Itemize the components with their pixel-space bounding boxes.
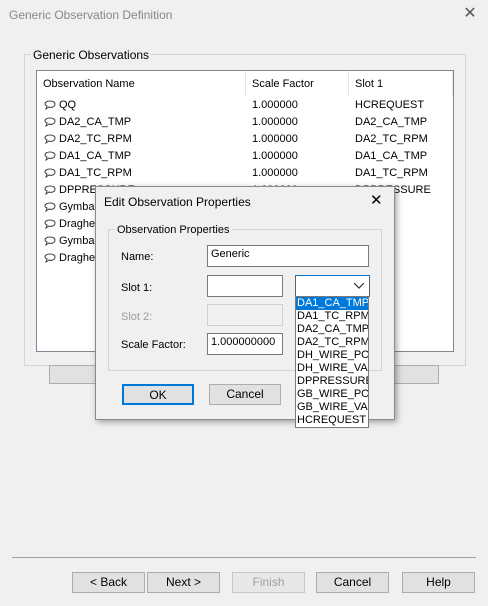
dropdown-option[interactable]: GB_WIRE_VA [296, 401, 368, 414]
properties-group-label: Observation Properties [115, 224, 232, 236]
dropdown-option[interactable]: HCREQUEST [296, 414, 368, 427]
observation-name-cell: Gymbal [43, 199, 97, 216]
observation-name-cell: Gymbal [43, 233, 97, 250]
scale-factor-cell: 1.000000 [252, 167, 298, 179]
dropdown-option[interactable]: DA1_TC_RPM [296, 310, 368, 323]
slot1-cell: DA1_TC_RPM [355, 167, 428, 179]
observation-name: DA1_CA_TMP [59, 150, 132, 162]
observation-icon [43, 218, 57, 230]
observation-icon [43, 235, 57, 247]
scale-factor-cell: 1.000000 [252, 99, 298, 111]
column-header-slot1[interactable]: Slot 1 [349, 71, 453, 97]
name-field[interactable]: Generic [207, 245, 369, 267]
observation-icon [43, 133, 57, 145]
observation-icon [43, 184, 57, 196]
observation-name: Gymbal [59, 235, 97, 247]
observation-name: Gymbal [59, 201, 97, 213]
observation-name-cell: Draghe [43, 216, 95, 233]
observation-name-cell: Draghe [43, 250, 95, 267]
cancel-button[interactable]: Cancel [316, 572, 389, 593]
observation-icon [43, 201, 57, 213]
footer-divider [12, 557, 476, 558]
observation-icon [43, 150, 57, 162]
observation-name-cell: DA1_TC_RPM [43, 165, 132, 182]
slot1-cell: HCREQUEST [355, 99, 425, 111]
close-icon[interactable]: ✕ [462, 6, 478, 22]
slot2-field [207, 304, 283, 326]
help-button[interactable]: Help [402, 572, 475, 593]
observation-name-cell: QQ [43, 97, 76, 114]
finish-button[interactable]: Finish [232, 572, 305, 593]
dropdown-option[interactable]: DA1_CA_TMP [296, 297, 368, 310]
slot2-label: Slot 2: [121, 311, 153, 323]
dialog-close-icon[interactable]: ✕ [370, 191, 383, 209]
observation-icon [43, 167, 57, 179]
table-row[interactable]: DA1_CA_TMP 1.000000 DA1_CA_TMP [37, 148, 453, 165]
slot1-dropdown[interactable] [295, 275, 370, 297]
dropdown-option[interactable]: GB_WIRE_PO [296, 388, 368, 401]
dropdown-option[interactable]: DPPRESSURE [296, 375, 368, 388]
dialog-title: Edit Observation Properties [104, 195, 251, 209]
table-row[interactable]: DA2_CA_TMP 1.000000 DA2_CA_TMP [37, 114, 453, 131]
slot1-cell: DA2_TC_RPM [355, 133, 428, 145]
slot1-dropdown-list[interactable]: DA1_CA_TMP DA1_TC_RPM DA2_CA_TMP DA2_TC_RPM… [295, 296, 369, 428]
observation-name: DA1_TC_RPM [59, 167, 132, 179]
dropdown-option[interactable]: DA2_TC_RPM [296, 336, 368, 349]
slot1-cell: DA2_CA_TMP [355, 116, 428, 128]
slot1-label: Slot 1: [121, 282, 153, 294]
table-row[interactable]: DA2_TC_RPM 1.000000 DA2_TC_RPM [37, 131, 453, 148]
window-title: Generic Observation Definition [9, 8, 173, 22]
column-header-name[interactable]: Observation Name [37, 71, 246, 97]
observation-name: QQ [59, 99, 77, 111]
observation-name: Draghe [59, 218, 96, 230]
scale-factor-cell: 1.000000 [252, 150, 298, 162]
observation-name: DA2_TC_RPM [59, 133, 132, 145]
observation-name: Draghe [59, 252, 96, 264]
scale-factor-cell: 1.000000 [252, 116, 298, 128]
scale-factor-cell: 1.000000 [252, 133, 298, 145]
observation-name-cell: DA1_CA_TMP [43, 148, 131, 165]
name-label: Name: [121, 251, 154, 263]
slot1-cell: DA1_CA_TMP [355, 150, 428, 162]
observation-name: DA2_CA_TMP [59, 116, 132, 128]
slot1-field[interactable] [207, 275, 283, 297]
chevron-down-icon [354, 283, 364, 289]
observation-icon [43, 99, 57, 111]
dropdown-option[interactable]: DH_WIRE_VA [296, 362, 368, 375]
ok-button[interactable]: OK [122, 384, 194, 405]
observation-name-cell: DA2_CA_TMP [43, 114, 131, 131]
observation-name-cell: DA2_TC_RPM [43, 131, 132, 148]
column-header-scale[interactable]: Scale Factor [246, 71, 349, 97]
scale-factor-field[interactable]: 1.000000000 [207, 333, 283, 355]
group-label: Generic Observations [31, 48, 152, 62]
dialog-cancel-button[interactable]: Cancel [209, 384, 281, 405]
table-row[interactable]: DA1_TC_RPM 1.000000 DA1_TC_RPM [37, 165, 453, 182]
table-row[interactable]: QQ 1.000000 HCREQUEST [37, 97, 453, 114]
dropdown-option[interactable]: DH_WIRE_PO [296, 349, 368, 362]
observation-icon [43, 116, 57, 128]
observation-icon [43, 252, 57, 264]
scale-factor-label: Scale Factor: [121, 339, 186, 351]
back-button[interactable]: < Back [72, 572, 145, 593]
dropdown-option[interactable]: DA2_CA_TMP [296, 323, 368, 336]
next-button[interactable]: Next > [147, 572, 220, 593]
